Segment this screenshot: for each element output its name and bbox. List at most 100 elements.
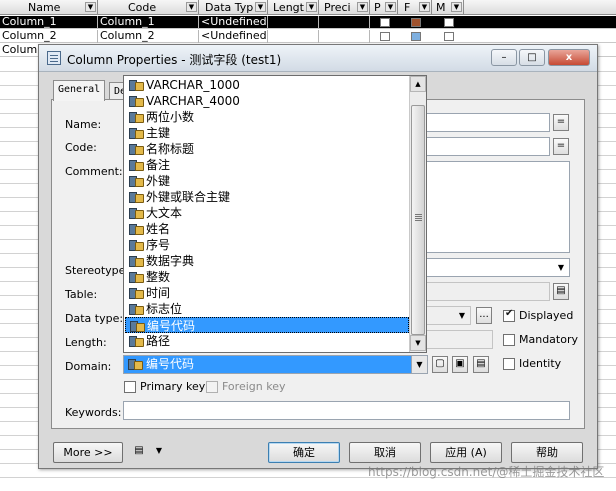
mandatory-checkbox[interactable] — [444, 18, 454, 27]
domain-icon — [129, 303, 144, 315]
foreign-checkbox[interactable] — [411, 18, 421, 27]
cell-data-type[interactable]: <Undefined> — [199, 30, 268, 43]
domain-field[interactable]: 编号代码 ▼ — [123, 355, 428, 374]
list-item-selected[interactable]: 编号代码 — [125, 317, 409, 333]
chevron-down-icon[interactable]: ▼ — [385, 2, 396, 12]
identity-checkbox[interactable] — [503, 358, 515, 370]
cell-length[interactable] — [268, 30, 319, 43]
chevron-down-icon[interactable]: ▼ — [419, 2, 430, 12]
more-button[interactable]: More >> — [53, 442, 123, 463]
displayed-checkbox[interactable] — [503, 308, 515, 322]
length-label: Length: — [65, 336, 107, 349]
table-label: Table: — [65, 288, 98, 301]
list-item[interactable]: 大文本 — [125, 205, 409, 221]
list-item[interactable]: 序号 — [125, 237, 409, 253]
minimize-button[interactable]: – — [491, 49, 517, 66]
dialog-title: Column Properties - 测试字段 (test1) — [67, 53, 282, 67]
chevron-down-icon[interactable]: ▼ — [85, 2, 96, 12]
list-item[interactable]: 姓名 — [125, 221, 409, 237]
stereotype-label: Stereotype: — [65, 264, 130, 277]
domain-icon — [129, 271, 144, 283]
chevron-down-icon[interactable]: ▼ — [306, 2, 317, 12]
cell-code[interactable]: Column_1 — [98, 16, 199, 29]
list-item[interactable]: 外键 — [125, 173, 409, 189]
data-type-browse-button[interactable]: ... — [476, 307, 492, 324]
list-item[interactable]: 外键或联合主键 — [125, 189, 409, 205]
primary-checkbox[interactable] — [380, 18, 390, 27]
code-label: Code: — [65, 141, 97, 154]
primary-key-checkbox[interactable] — [124, 381, 136, 393]
chevron-down-icon[interactable]: ▼ — [255, 2, 266, 12]
cell-name[interactable]: Column_1 — [0, 16, 98, 29]
chevron-down-icon[interactable]: ▼ — [357, 2, 368, 12]
mandatory-checkbox[interactable] — [503, 334, 515, 346]
list-item[interactable]: 备注 — [125, 157, 409, 173]
scroll-up-icon[interactable]: ▲ — [410, 76, 426, 92]
dialog-titlebar[interactable]: Column Properties - 测试字段 (test1) – □ x — [39, 45, 597, 72]
cell-precision[interactable] — [319, 16, 370, 29]
list-item[interactable]: VARCHAR_4000 — [125, 93, 409, 109]
cell-code[interactable]: Column_2 — [98, 30, 199, 43]
domain-properties-icon[interactable]: ▣ — [452, 356, 468, 373]
foreign-key-checkbox[interactable] — [206, 381, 218, 393]
code-equals-button[interactable]: = — [553, 138, 569, 155]
apply-button[interactable]: 应用 (A) — [430, 442, 502, 463]
list-item[interactable]: 两位小数 — [125, 109, 409, 125]
list-item[interactable]: 名称标题 — [125, 141, 409, 157]
list-item[interactable]: VARCHAR_1000 — [125, 77, 409, 93]
domain-icon — [129, 287, 144, 299]
primary-key-label: Primary key — [140, 380, 206, 393]
list-item[interactable]: 主键 — [125, 125, 409, 141]
grid-header-length[interactable]: Lengt ▼ — [268, 0, 319, 15]
cancel-button[interactable]: 取消 — [349, 442, 421, 463]
cell-data-type[interactable]: <Undefined> — [199, 16, 268, 29]
scroll-down-icon[interactable]: ▼ — [410, 335, 426, 351]
chevron-down-icon[interactable]: ▼ — [454, 307, 470, 324]
cell-length[interactable] — [268, 16, 319, 29]
grid-header-f[interactable]: F ▼ — [398, 0, 432, 15]
grid-header-p[interactable]: P ▼ — [370, 0, 398, 15]
chevron-down-icon[interactable]: ▼ — [411, 356, 427, 373]
chevron-down-icon[interactable]: ▼ — [151, 444, 167, 461]
list-item[interactable]: 整数 — [125, 269, 409, 285]
displayed-label: Displayed — [519, 309, 574, 322]
cell-name[interactable]: Column_2 — [0, 30, 98, 43]
new-domain-icon[interactable]: ▢ — [432, 356, 448, 373]
domain-icon — [129, 207, 144, 219]
grid-header-precision[interactable]: Preci ▼ — [319, 0, 370, 15]
select-domain-icon[interactable]: ▤ — [473, 356, 489, 373]
table-row[interactable]: Column_1 Column_1 <Undefined> — [0, 16, 616, 29]
tab-general[interactable]: General — [53, 80, 106, 101]
scrollbar-thumb[interactable] — [411, 105, 425, 335]
name-label: Name: — [65, 118, 102, 131]
chevron-down-icon[interactable]: ▼ — [451, 2, 462, 12]
properties-icon — [47, 51, 61, 65]
domain-icon — [129, 111, 144, 123]
print-icon[interactable]: ▤ — [131, 444, 147, 461]
maximize-button[interactable]: □ — [519, 49, 545, 66]
grid-header-code[interactable]: Code ▼ — [98, 0, 199, 15]
chevron-down-icon[interactable]: ▼ — [553, 259, 569, 276]
cell-precision[interactable] — [319, 30, 370, 43]
chevron-down-icon[interactable]: ▼ — [186, 2, 197, 12]
dropdown-scrollbar[interactable]: ▲ ▼ — [409, 76, 426, 352]
ok-button[interactable]: 确定 — [268, 442, 340, 463]
primary-checkbox[interactable] — [380, 32, 390, 41]
mandatory-checkbox[interactable] — [444, 32, 454, 41]
comment-label: Comment: — [65, 165, 123, 178]
grid-header-m[interactable]: M ▼ — [432, 0, 464, 15]
help-button[interactable]: 帮助 — [511, 442, 583, 463]
grid-header-data-type[interactable]: Data Typ ▼ — [199, 0, 268, 15]
keywords-field[interactable] — [123, 401, 570, 420]
table-properties-icon[interactable]: ▤ — [553, 283, 569, 300]
list-item[interactable]: 时间 — [125, 285, 409, 301]
grid-header-name[interactable]: Name ▼ — [0, 0, 98, 15]
list-item[interactable]: 标志位 — [125, 301, 409, 317]
name-equals-button[interactable]: = — [553, 114, 569, 131]
table-row[interactable]: Column_2 Column_2 <Undefined> — [0, 30, 616, 43]
domain-dropdown-list[interactable]: VARCHAR_1000 VARCHAR_4000 两位小数 主键 名称标题 备… — [123, 75, 427, 353]
foreign-checkbox[interactable] — [411, 32, 421, 41]
list-item[interactable]: 路径 — [125, 333, 409, 349]
close-button[interactable]: x — [548, 49, 590, 66]
list-item[interactable]: 数据字典 — [125, 253, 409, 269]
